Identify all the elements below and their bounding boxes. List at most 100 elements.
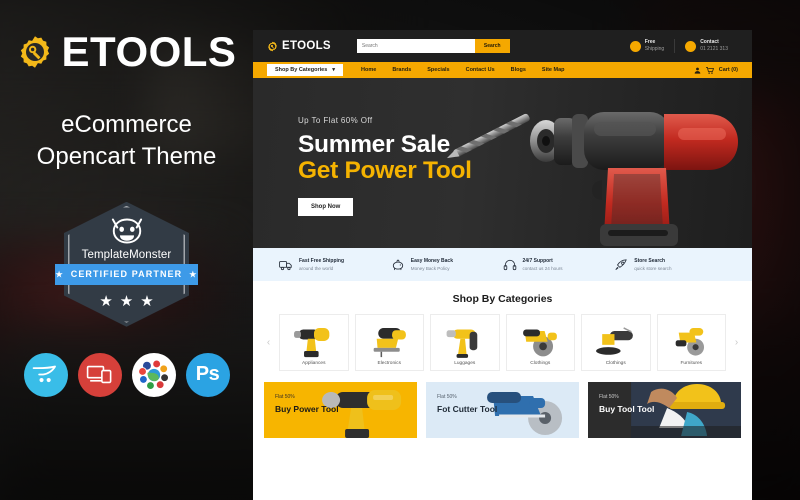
user-icon[interactable] [694,67,701,74]
cordless-drill-icon [293,327,330,358]
cart-label[interactable]: Cart (0) [719,67,738,73]
nav-item-site-map[interactable]: Site Map [542,67,565,73]
categories-title: Shop By Categories [452,293,553,305]
truck-icon [279,260,292,270]
free-shipping-info: Free Shipping [620,39,674,53]
contact-phone: 01 2121 313 [700,46,728,52]
hero-kicker: Up To Flat 60% Off [298,116,373,125]
main-navigation: Shop By Categories ▾ Home Brands Special… [253,62,752,78]
promo-title: Buy Tool Tool [599,404,655,414]
shop-by-categories-button[interactable]: Shop By Categories ▾ [267,64,344,76]
service-subtitle: around the world [299,265,334,271]
service-title: Easy Money Back [410,258,453,265]
category-label: Furnitures [680,361,703,366]
category-card[interactable]: Luggages [430,314,500,371]
opencart-cart-icon [23,352,68,397]
promo-title-line2: Opencart Theme [36,143,217,171]
mini-saw-icon [675,327,705,356]
contact-line1: Contact [700,39,719,46]
badge-star: ★ [119,292,134,310]
jigsaw-icon [373,327,407,358]
promo-kicker: Flat 50% [275,394,295,400]
badge-star: ★ [140,292,154,310]
service-title: Store Search [634,258,666,265]
promo-title: Fot Cutter Tool [437,404,498,414]
promo-brand-text: ETOOLS [61,28,237,75]
promo-brand: ETOOLS [17,31,237,73]
ribbon-star-right: ★ [189,269,198,279]
photoshop-icon: Ps [185,352,230,397]
category-card[interactable]: Clothings [581,314,651,371]
shop-now-button[interactable]: Shop Now [298,198,354,216]
header-info-group: Free Shipping Contact 01 2121 313 [620,39,738,53]
category-label: Appliances [302,361,326,366]
service-fast-free-shipping: Fast Free Shipping around the world [279,258,391,272]
category-label: Clothings [605,361,626,366]
service-title: Fast Free Shipping [299,258,345,265]
category-card[interactable]: Clothings [505,314,575,371]
multilanguage-flags-icon [131,352,176,397]
categories-prev-arrow[interactable]: ‹ [264,337,273,348]
ribbon-star-left: ★ [55,269,64,279]
angle-grinder-icon [595,327,633,355]
nav-item-brands[interactable]: Brands [392,67,411,73]
search-bar[interactable]: Search [356,39,510,53]
service-subtitle: contact us 24 hours [522,265,563,271]
gear-wrench-icon [267,41,278,52]
nav-item-specials[interactable]: Specials [427,67,449,73]
website-preview: ETOOLS Search Free Shipping Contact 01 2… [253,30,752,500]
service-subtitle: quick store search [634,265,672,271]
headphones-icon [503,259,516,270]
ribbon-label: CERTIFIED PARTNER [70,269,183,280]
feature-icons: Ps [23,352,230,397]
promo-title: Buy Power Tool [275,404,339,414]
hero-banner: Up To Flat 60% Off Summer Sale Get Power… [253,78,752,248]
search-input[interactable] [356,39,475,53]
hero-copy: Up To Flat 60% Off Summer Sale Get Power… [298,116,472,216]
rocket-icon [615,258,627,270]
promo-banner[interactable]: Flat 50% Buy Tool Tool [588,382,741,438]
piggybank-icon [392,258,403,270]
promo-kicker: Flat 50% [599,394,619,400]
site-brand-text: ETOOLS [282,40,331,52]
cordless-drill-photo [446,112,738,246]
promo-title-line1: eCommerce [61,111,192,138]
service-24-7-support: 24/7 Support contact us 24 hours [503,258,615,272]
category-label: Clothings [530,361,551,366]
shipping-box-icon [629,40,641,52]
site-header: ETOOLS Search Free Shipping Contact 01 2… [253,30,752,62]
promo-title: eCommerce Opencart Theme [37,109,217,174]
shop-by-categories-label: Shop By Categories [275,67,328,73]
headset-icon [685,40,697,52]
site-logo[interactable]: ETOOLS [267,40,331,52]
promo-banner[interactable]: Flat 50% Fot Cutter Tool [426,382,579,438]
service-features: Fast Free Shipping around the world Easy… [253,248,752,281]
free-shipping-line2: Shipping [644,46,665,52]
promo-banner[interactable]: Flat 50% Buy Power Tool [264,382,417,438]
category-card[interactable]: Furnitures [656,314,726,371]
service-store-search: Store Search quick store search [614,258,726,272]
responsive-devices-icon [77,352,122,397]
nav-item-contact-us[interactable]: Contact Us [466,67,495,73]
photoshop-label: Ps [195,363,220,386]
nav-account-cart: Cart (0) [694,66,738,74]
service-title: 24/7 Support [522,258,553,265]
categories-next-arrow[interactable]: › [732,337,741,348]
nav-item-blogs[interactable]: Blogs [511,67,526,73]
category-card[interactable]: Appliances [279,314,349,371]
nav-links: Home Brands Specials Contact Us Blogs Si… [361,67,565,73]
cart-icon[interactable] [705,66,714,74]
service-easy-money-back: Easy Money Back Money Back Policy [391,258,503,272]
promo-panel: ETOOLS eCommerce Opencart Theme Template… [0,0,253,500]
hero-subheadline: Get Power Tool [298,157,472,184]
certified-partner-badge: TemplateMonster ★ CERTIFIED PARTNER ★ ★ … [55,201,198,327]
chevron-down-icon: ▾ [332,67,336,73]
nav-item-home[interactable]: Home [361,67,376,73]
categories-carousel: Appliances Electronics Luggages Clothing… [279,314,726,371]
category-label: Electronics [377,361,401,366]
contact-info: Contact 01 2121 313 [674,39,738,53]
category-card[interactable]: Electronics [354,314,424,371]
free-shipping-line1: Free [644,39,656,46]
search-button[interactable]: Search [474,39,510,53]
category-label: Luggages [454,361,476,366]
